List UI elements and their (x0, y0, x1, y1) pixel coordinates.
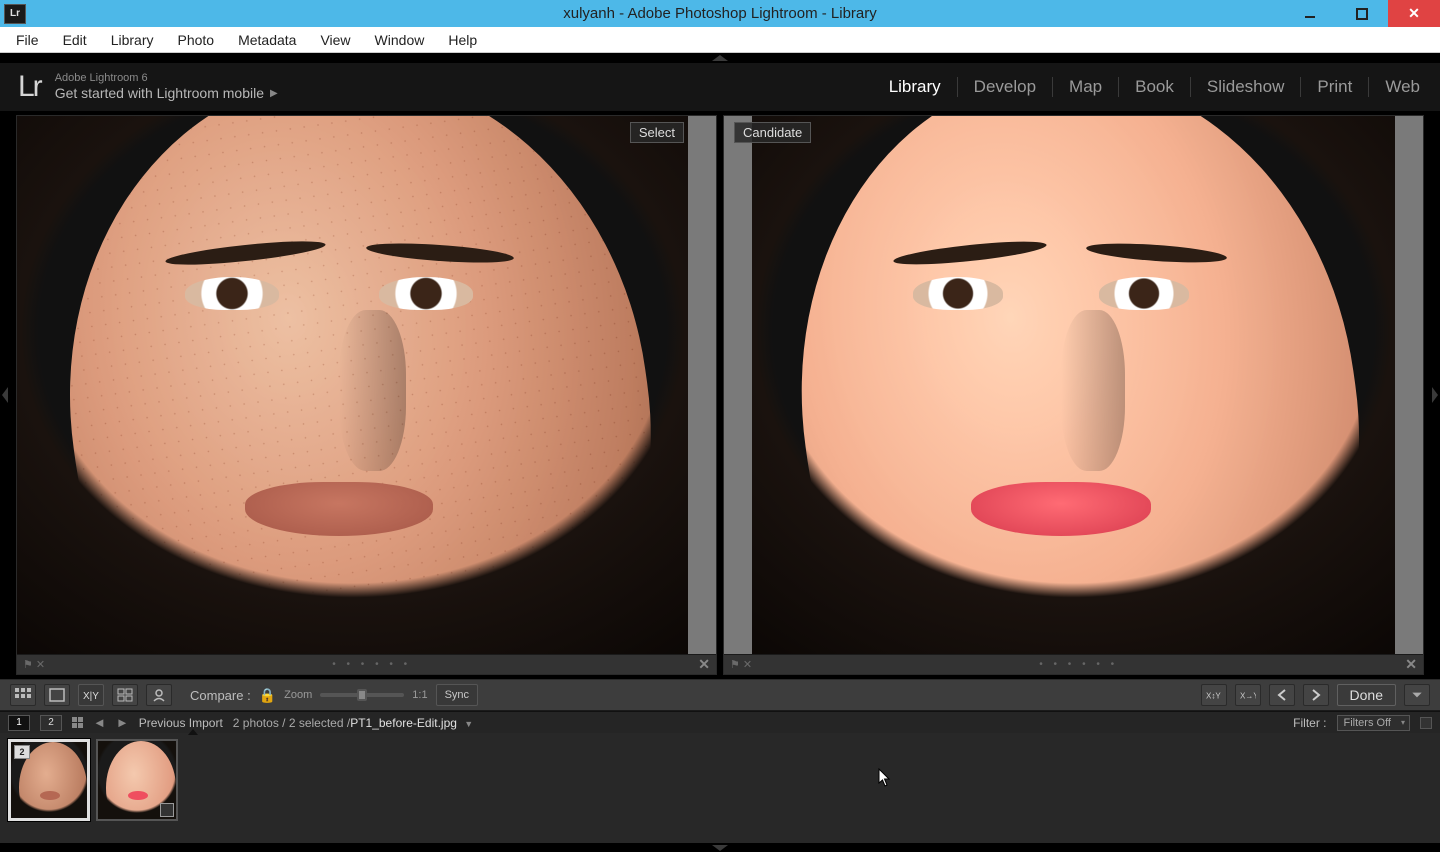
filmstrip[interactable]: 2 (0, 733, 1440, 843)
minimize-button[interactable] (1284, 0, 1336, 27)
module-picker: Library Develop Map Book Slideshow Print… (873, 77, 1420, 97)
grid-toggle-icon[interactable] (72, 717, 83, 728)
candidate-image-viewport[interactable] (724, 116, 1423, 654)
chevron-right-icon: ▶ (270, 88, 278, 100)
menu-photo[interactable]: Photo (165, 29, 226, 51)
svg-text:X↕Y: X↕Y (1206, 692, 1221, 701)
compare-view: Select ⚑ ✕ • • • • • • ✕ (10, 111, 1430, 679)
thumbnail-1-badge: 2 (14, 745, 30, 759)
bottom-panel-handle[interactable] (0, 843, 1440, 852)
zoom-ratio: 1:1 (412, 689, 427, 701)
menu-view[interactable]: View (308, 29, 362, 51)
right-panel-handle[interactable] (1430, 111, 1440, 679)
module-develop[interactable]: Develop (958, 77, 1053, 97)
menu-library[interactable]: Library (99, 29, 166, 51)
compare-pane-select: Select ⚑ ✕ • • • • • • ✕ (16, 115, 717, 675)
compare-view-button[interactable]: X|Y (78, 684, 104, 706)
second-window-main[interactable]: 1 (8, 715, 30, 731)
filmstrip-path: 2 photos / 2 selected /PT1_before-Edit.j… (233, 716, 473, 730)
nav-back-icon[interactable]: ◄ (93, 715, 106, 730)
filter-label: Filter : (1293, 716, 1326, 730)
candidate-close-icon[interactable]: ✕ (1405, 656, 1417, 673)
swap-button[interactable]: X↕Y (1201, 684, 1227, 706)
sync-button[interactable]: Sync (436, 684, 478, 706)
menu-edit[interactable]: Edit (51, 29, 99, 51)
compare-label: Compare : (190, 688, 251, 703)
select-image-viewport[interactable] (17, 116, 716, 654)
window-titlebar: Lr xulyanh - Adobe Photoshop Lightroom -… (0, 0, 1440, 27)
thumbnail-2[interactable] (96, 739, 178, 821)
maximize-button[interactable] (1336, 0, 1388, 27)
filmstrip-header: 1 2 ◄ ► Previous Import 2 photos / 2 sel… (0, 711, 1440, 733)
candidate-rating-dots[interactable]: • • • • • • (1039, 659, 1118, 670)
prev-photo-button[interactable] (1269, 684, 1295, 706)
filter-switch[interactable] (1420, 717, 1432, 729)
candidate-scrollbar-right[interactable] (1395, 116, 1423, 654)
second-window-alt[interactable]: 2 (40, 715, 62, 731)
candidate-scrollbar-left[interactable] (724, 116, 752, 654)
top-panel-handle[interactable] (0, 53, 1440, 63)
candidate-photo (752, 116, 1395, 654)
toolbar-menu-button[interactable] (1404, 684, 1430, 706)
next-photo-button[interactable] (1303, 684, 1329, 706)
candidate-pane-footer: ⚑ ✕ • • • • • • ✕ (724, 654, 1423, 674)
menu-bar: File Edit Library Photo Metadata View Wi… (0, 27, 1440, 53)
library-toolbar: X|Y Compare : 🔒 Zoom 1:1 Sync X↕Y X→Y Do… (0, 679, 1440, 711)
menu-metadata[interactable]: Metadata (226, 29, 308, 51)
mobile-link[interactable]: Get started with Lightroom mobile ▶ (55, 85, 278, 102)
path-dropdown-icon[interactable]: ▼ (464, 719, 473, 729)
source-label[interactable]: Previous Import (139, 716, 223, 730)
done-button[interactable]: Done (1337, 684, 1396, 706)
filter-dropdown[interactable]: Filters Off ▾ (1337, 715, 1410, 731)
nav-forward-icon[interactable]: ► (116, 715, 129, 730)
pane-label-select: Select (630, 122, 684, 143)
app-version: Adobe Lightroom 6 (55, 72, 278, 85)
module-slideshow[interactable]: Slideshow (1191, 77, 1302, 97)
svg-text:X→Y: X→Y (1240, 692, 1256, 701)
grid-view-button[interactable] (10, 684, 36, 706)
loupe-view-button[interactable] (44, 684, 70, 706)
thumbnail-2-metadata-icon (160, 803, 174, 817)
current-filename: PT1_before-Edit.jpg (350, 716, 457, 730)
module-book[interactable]: Book (1119, 77, 1191, 97)
select-pane-footer: ⚑ ✕ • • • • • • ✕ (17, 654, 716, 674)
module-library[interactable]: Library (873, 77, 958, 97)
window-title: xulyanh - Adobe Photoshop Lightroom - Li… (563, 5, 877, 22)
candidate-flag-icons[interactable]: ⚑ ✕ (730, 658, 752, 671)
module-bar: Lr Adobe Lightroom 6 Get started with Li… (0, 63, 1440, 111)
menu-window[interactable]: Window (363, 29, 437, 51)
app-icon: Lr (4, 4, 26, 24)
survey-view-button[interactable] (112, 684, 138, 706)
svg-text:X|Y: X|Y (83, 691, 99, 702)
menu-file[interactable]: File (4, 29, 51, 51)
window-controls: ✕ (1284, 0, 1440, 27)
module-web[interactable]: Web (1369, 77, 1420, 97)
people-view-button[interactable] (146, 684, 172, 706)
filmstrip-notch (188, 729, 198, 735)
content-area: Select ⚑ ✕ • • • • • • ✕ (0, 111, 1440, 679)
select-photo (17, 116, 688, 654)
compare-pane-candidate: Candidate ⚑ ✕ • • • • • • (723, 115, 1424, 675)
pane-label-candidate: Candidate (734, 122, 811, 143)
select-flag-icons[interactable]: ⚑ ✕ (23, 658, 45, 671)
zoom-label: Zoom (284, 689, 312, 701)
lock-icon[interactable]: 🔒 (259, 687, 276, 704)
lightroom-logo: Lr (18, 70, 41, 104)
select-scrollbar[interactable] (688, 116, 716, 654)
make-select-button[interactable]: X→Y (1235, 684, 1261, 706)
thumbnail-1[interactable]: 2 (8, 739, 90, 821)
identity-plate: Lr Adobe Lightroom 6 Get started with Li… (18, 70, 278, 104)
left-panel-handle[interactable] (0, 111, 10, 679)
module-print[interactable]: Print (1301, 77, 1369, 97)
module-map[interactable]: Map (1053, 77, 1119, 97)
close-button[interactable]: ✕ (1388, 0, 1440, 27)
menu-help[interactable]: Help (436, 29, 489, 51)
zoom-slider[interactable] (320, 693, 404, 697)
select-rating-dots[interactable]: • • • • • • (332, 659, 411, 670)
select-close-icon[interactable]: ✕ (698, 656, 710, 673)
